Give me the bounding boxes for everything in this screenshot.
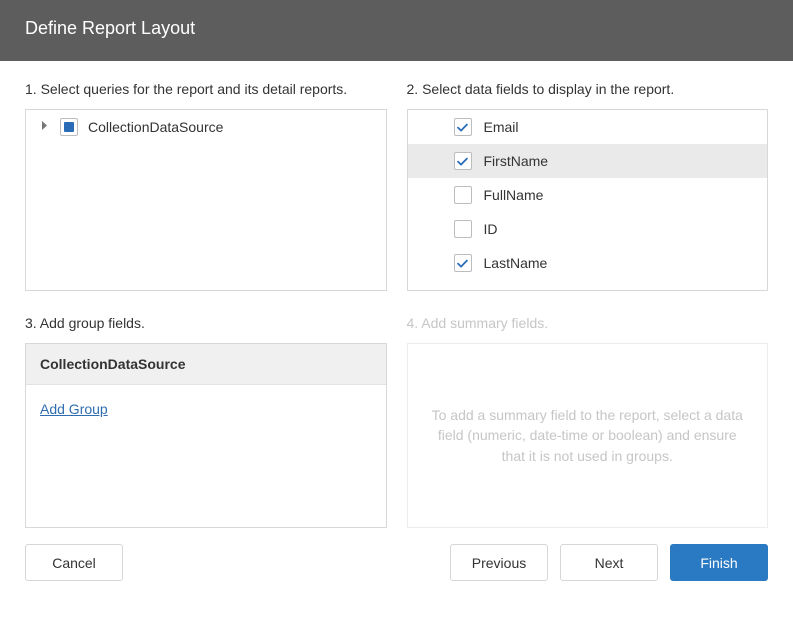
field-label: LastName [484, 255, 548, 271]
fields-section-label: 2. Select data fields to display in the … [407, 81, 769, 97]
field-label: Email [484, 119, 519, 135]
query-row[interactable]: CollectionDataSource [26, 110, 386, 144]
field-row-id[interactable]: ID [408, 212, 768, 246]
groups-section-label: 3. Add group fields. [25, 315, 387, 331]
queries-panel: CollectionDataSource [25, 109, 387, 291]
previous-button[interactable]: Previous [450, 544, 548, 581]
checkbox-unchecked[interactable] [454, 186, 472, 204]
chevron-right-icon[interactable] [40, 121, 50, 133]
checkbox-checked[interactable] [454, 254, 472, 272]
query-name: CollectionDataSource [88, 119, 223, 135]
square-icon [64, 122, 74, 132]
field-row-email[interactable]: Email [408, 110, 768, 144]
checkbox-unchecked[interactable] [454, 220, 472, 238]
field-row-fullname[interactable]: FullName [408, 178, 768, 212]
group-header: CollectionDataSource [26, 344, 386, 385]
field-label: ID [484, 221, 498, 237]
summary-panel: To add a summary field to the report, se… [407, 343, 769, 528]
summary-section-label: 4. Add summary fields. [407, 315, 769, 331]
groups-panel: CollectionDataSource Add Group [25, 343, 387, 528]
fields-panel: Email FirstName FullName ID LastName [407, 109, 769, 291]
cancel-button[interactable]: Cancel [25, 544, 123, 581]
next-button[interactable]: Next [560, 544, 658, 581]
queries-section-label: 1. Select queries for the report and its… [25, 81, 387, 97]
field-row-firstname[interactable]: FirstName [408, 144, 768, 178]
query-checkbox-indeterminate[interactable] [60, 118, 78, 136]
field-label: FirstName [484, 153, 549, 169]
dialog-title: Define Report Layout [0, 0, 793, 61]
summary-hint-text: To add a summary field to the report, se… [430, 405, 746, 466]
finish-button[interactable]: Finish [670, 544, 768, 581]
field-row-lastname[interactable]: LastName [408, 246, 768, 280]
checkbox-checked[interactable] [454, 118, 472, 136]
add-group-link[interactable]: Add Group [40, 401, 108, 417]
field-label: FullName [484, 187, 544, 203]
checkbox-checked[interactable] [454, 152, 472, 170]
